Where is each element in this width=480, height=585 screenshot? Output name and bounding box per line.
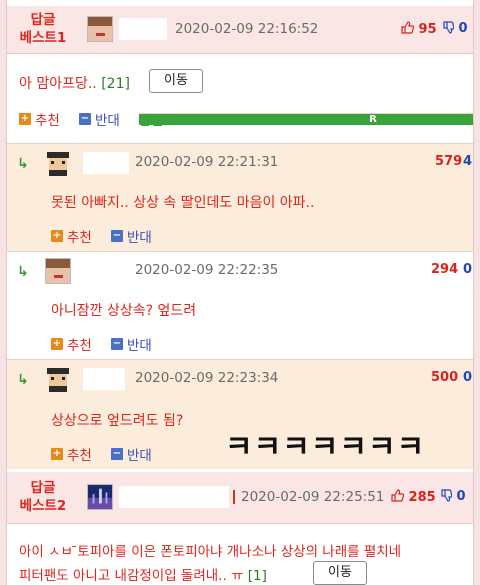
- reply-arrow-icon: ↳: [17, 372, 29, 388]
- comment-date: 2020-02-09 22:21:31: [135, 154, 279, 170]
- comment-list: 답글 베스트1 2020-02-09 22:16:52 95 0 아 맘아프당.…: [6, 0, 474, 585]
- avatar-image: [88, 17, 112, 41]
- oppose-button[interactable]: − 반대: [111, 334, 152, 354]
- recommend-label: 추천: [67, 338, 92, 354]
- reply-button[interactable]: R 답글: [139, 109, 473, 129]
- thumb-down-icon: [443, 21, 455, 34]
- move-button[interactable]: 이동: [313, 561, 367, 585]
- comment-date: 2020-02-09 22:25:51: [241, 489, 385, 505]
- best-label-2: 답글 베스트2: [15, 479, 71, 515]
- username-divider: [233, 490, 235, 504]
- downvote-value[interactable]: 0: [463, 370, 472, 385]
- avatar-image: [46, 259, 70, 283]
- recommend-button[interactable]: + 추천: [19, 109, 60, 129]
- comment-date: 2020-02-09 22:16:52: [175, 21, 319, 37]
- reply-count[interactable]: [1]: [248, 568, 267, 584]
- downvote-count[interactable]: 0: [443, 21, 468, 36]
- recommend-button[interactable]: + 추천: [51, 444, 92, 464]
- upvote-value[interactable]: 500: [431, 370, 458, 385]
- comment-text: 아 맘아프당.. [21]: [19, 73, 130, 93]
- recommend-label: 추천: [35, 113, 60, 129]
- best-label-line1: 답글: [30, 12, 56, 28]
- comment-text-value: 아 맘아프당..: [19, 76, 97, 92]
- minus-icon: −: [111, 338, 123, 350]
- minus-icon: −: [79, 113, 91, 125]
- comment-date: 2020-02-09 22:22:35: [135, 262, 279, 278]
- best-comment-1-body: 아 맘아프당.. [21] 이동 + 추천 − 반대 R 답글: [7, 55, 473, 143]
- best-label-1: 답글 베스트1: [15, 11, 71, 47]
- upvote-value[interactable]: 579: [435, 154, 462, 169]
- reply-arrow-icon: ↳: [17, 264, 29, 280]
- oppose-label: 반대: [127, 448, 152, 464]
- recommend-label: 추천: [67, 230, 92, 246]
- best-label-line1: 답글: [30, 480, 56, 496]
- reply-text: 아니잠깐 상상속? 엎드려: [51, 303, 197, 319]
- oppose-button[interactable]: − 반대: [79, 109, 120, 129]
- reply-text: 못된 아빠지.. 상상 속 딸인데도 마음이 아파..: [51, 195, 315, 211]
- avatar[interactable]: [87, 484, 113, 510]
- username-redacted: [119, 486, 229, 508]
- reply-icon: R: [139, 113, 473, 125]
- best-label-line2: 베스트2: [19, 498, 67, 514]
- oppose-label: 반대: [95, 113, 120, 129]
- comment-text-line1: 아이 ㅅㅂ ̄토피아를 이은 폰토피아냐 개나소나 상상의 나래를 펼치네: [19, 544, 402, 560]
- downvote-value: 0: [458, 21, 468, 36]
- minus-icon: −: [111, 448, 123, 460]
- downvote-count[interactable]: 0: [441, 489, 466, 504]
- reply-item-1: ↳ 2020-02-09 22:21:31 579 4 못된 아빠지.. 상상 …: [7, 143, 473, 251]
- username-redacted: [83, 152, 129, 174]
- avatar[interactable]: [45, 150, 71, 176]
- upvote-value: 95: [418, 22, 437, 37]
- recommend-label: 추천: [67, 448, 92, 464]
- comment-text-line2: 피터팬도 아니고 내감정이입 돌려내.. ㅠ [1]: [19, 564, 267, 584]
- best-comment-2-body: 아이 ㅅㅂ ̄토피아를 이은 폰토피아냐 개나소나 상상의 나래를 펼치네 피터…: [7, 524, 473, 585]
- oppose-button[interactable]: − 반대: [111, 444, 152, 464]
- reply-item-2: ↳ 2020-02-09 22:22:35 294 0 아니잠깐 상상속? 엎드…: [7, 251, 473, 359]
- plus-icon: +: [51, 338, 63, 350]
- avatar[interactable]: [87, 16, 113, 42]
- username-redacted: [83, 368, 125, 390]
- reply-text: 상상으로 엎드려도 됨?: [51, 413, 184, 429]
- best-comment-1-header: 답글 베스트1 2020-02-09 22:16:52 95 0: [7, 6, 473, 54]
- overlay-laugh-text: ㅋㅋㅋㅋㅋㅋㅋ: [225, 430, 426, 465]
- reply-count[interactable]: [21]: [101, 76, 130, 92]
- minus-icon: −: [111, 230, 123, 242]
- oppose-label: 반대: [127, 338, 152, 354]
- upvote-count[interactable]: 285: [391, 489, 436, 505]
- recommend-button[interactable]: + 추천: [51, 334, 92, 354]
- reply-arrow-icon: ↳: [17, 156, 29, 172]
- best-label-line2: 베스트1: [19, 30, 67, 46]
- oppose-label: 반대: [127, 230, 152, 246]
- plus-icon: +: [19, 113, 31, 125]
- oppose-button[interactable]: − 반대: [111, 226, 152, 246]
- plus-icon: +: [51, 230, 63, 242]
- downvote-value[interactable]: 0: [463, 262, 472, 277]
- username-redacted: [119, 18, 167, 40]
- plus-icon: +: [51, 448, 63, 460]
- comment-text-value: 피터팬도 아니고 내감정이입 돌려내.. ㅠ: [19, 568, 244, 584]
- downvote-value: 0: [456, 489, 466, 504]
- comment-date: 2020-02-09 22:23:34: [135, 370, 279, 386]
- upvote-count[interactable]: 95: [401, 21, 437, 37]
- thumb-up-icon: [401, 21, 415, 34]
- upvote-value[interactable]: 294: [431, 262, 458, 277]
- upvote-value: 285: [408, 490, 436, 505]
- thumb-up-icon: [391, 489, 405, 502]
- best-comment-2-header: 답글 베스트2 2020-02-09 22:25:51 285 0: [7, 472, 473, 524]
- avatar[interactable]: [45, 366, 71, 392]
- thumb-down-icon: [441, 489, 453, 502]
- move-button[interactable]: 이동: [149, 69, 203, 93]
- avatar[interactable]: [45, 258, 71, 284]
- downvote-value[interactable]: 4: [463, 154, 472, 169]
- username-redacted: [83, 260, 127, 282]
- recommend-button[interactable]: + 추천: [51, 226, 92, 246]
